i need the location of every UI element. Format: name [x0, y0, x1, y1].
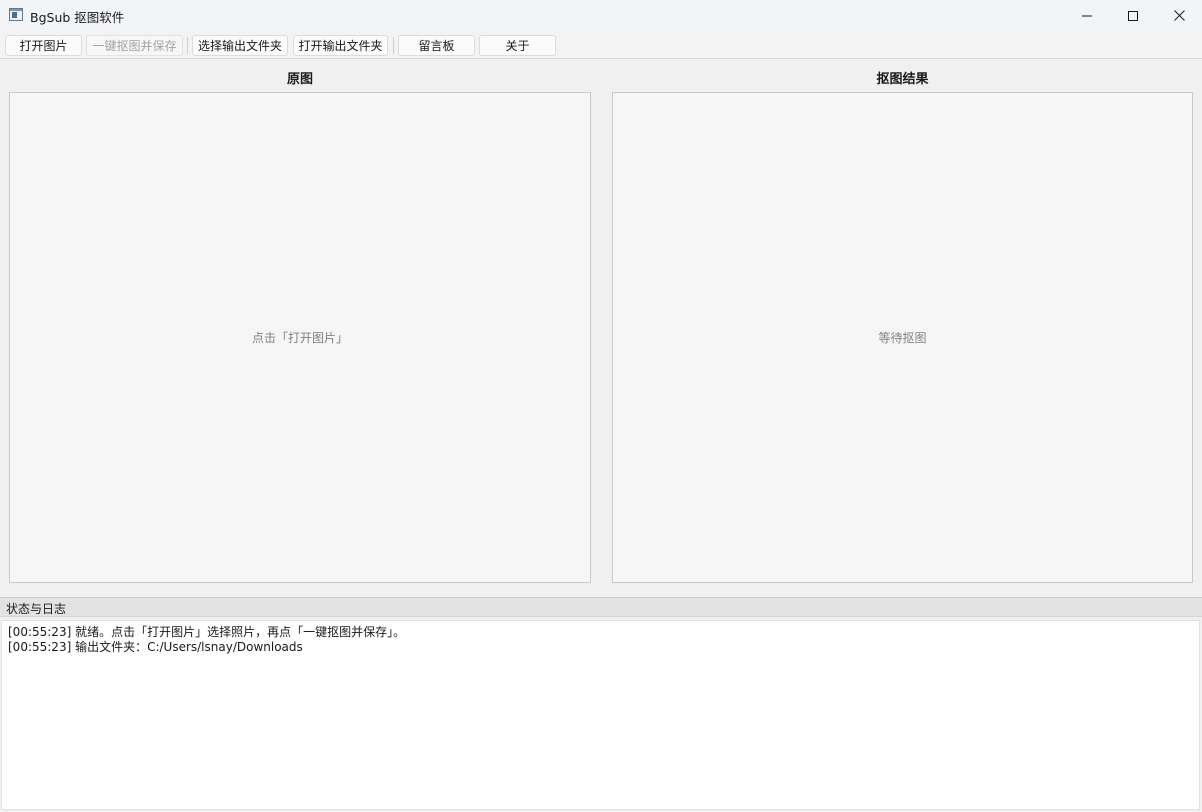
- window-title: BgSub 抠图软件: [30, 10, 125, 25]
- original-panel-title: 原图: [286, 72, 313, 87]
- message-board-button[interactable]: 留言板: [398, 35, 475, 56]
- result-panel-hint: 等待抠图: [878, 331, 927, 345]
- minimize-button[interactable]: [1064, 0, 1110, 31]
- log-line: [00:55:23] 输出文件夹：C:/Users/lsnay/Download…: [8, 640, 303, 654]
- title-bar: BgSub 抠图软件: [0, 0, 1202, 31]
- result-image-panel: 等待抠图: [612, 92, 1193, 583]
- toolbar-separator: [393, 37, 394, 54]
- original-image-panel[interactable]: 点击「打开图片」: [9, 92, 591, 583]
- toolbar: 打开图片 一键抠图并保存 选择输出文件夹 打开输出文件夹 留言板 关于: [0, 31, 1202, 59]
- select-output-folder-button[interactable]: 选择输出文件夹: [192, 35, 288, 56]
- one-click-cutout-save-button[interactable]: 一键抠图并保存: [86, 35, 183, 56]
- log-line: [00:55:23] 就绪。点击「打开图片」选择照片，再点「一键抠图并保存」。: [8, 625, 406, 639]
- maximize-icon: [1128, 10, 1138, 21]
- original-panel-hint: 点击「打开图片」: [251, 331, 348, 345]
- toolbar-separator: [187, 37, 188, 54]
- log-text-area[interactable]: [00:55:23] 就绪。点击「打开图片」选择照片，再点「一键抠图并保存」。 …: [1, 620, 1200, 810]
- result-panel-title: 抠图结果: [876, 72, 929, 87]
- app-window-icon: [9, 8, 23, 21]
- minimize-icon: [1082, 15, 1092, 16]
- close-icon: [1173, 10, 1185, 21]
- close-button[interactable]: [1156, 0, 1202, 31]
- open-output-folder-button[interactable]: 打开输出文件夹: [293, 35, 388, 56]
- open-image-button[interactable]: 打开图片: [5, 35, 82, 56]
- about-button[interactable]: 关于: [479, 35, 556, 56]
- maximize-button[interactable]: [1110, 0, 1156, 31]
- log-section-header: 状态与日志: [0, 597, 1202, 617]
- log-section-title: 状态与日志: [6, 602, 67, 616]
